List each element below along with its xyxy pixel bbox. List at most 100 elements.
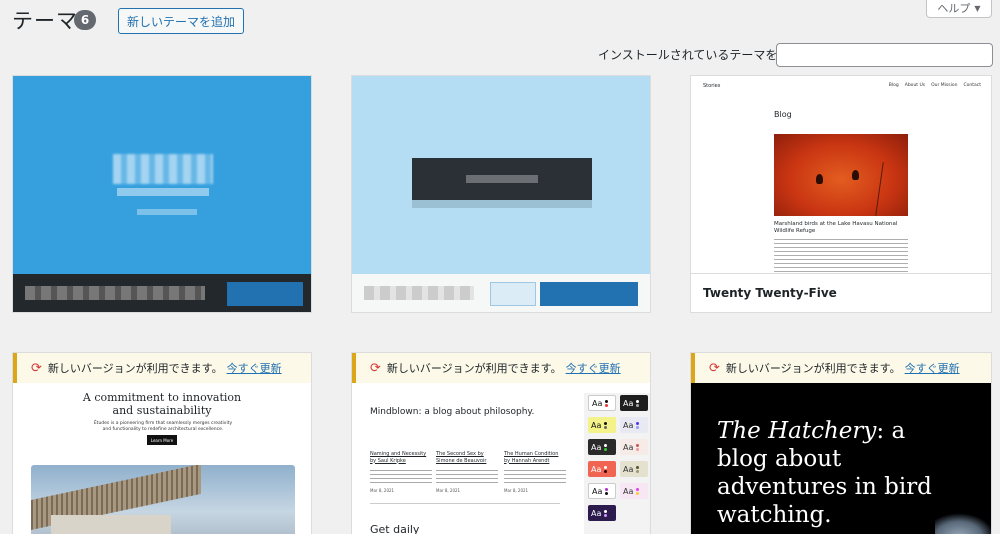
theme-count-badge: 6 <box>74 10 96 30</box>
style-swatch: Aa <box>620 395 648 411</box>
post-title: The Human Condition by Hannah Arendt <box>504 451 559 464</box>
preview-caption: Marshland birds at the Lake Havasu Natio… <box>774 221 898 234</box>
style-swatch: Aa <box>620 417 648 433</box>
update-now-link[interactable]: 今すぐ更新 <box>566 360 621 376</box>
theme-screenshot: A commitment to innovation and sustainab… <box>13 383 311 534</box>
chevron-down-icon: ▼ <box>974 3 981 13</box>
style-swatch: Aa <box>620 439 648 455</box>
swatch-label: Aa <box>591 508 602 518</box>
style-swatch: Aa <box>588 417 616 433</box>
post-excerpt <box>504 470 566 484</box>
update-now-link[interactable]: 今すぐ更新 <box>905 360 960 376</box>
theme-card-6[interactable]: ⟳ 新しいバージョンが利用できます。 今すぐ更新 The Hatchery: a… <box>690 352 992 534</box>
post-title: Naming and Necessity by Saul Kripke <box>370 451 427 464</box>
theme-card-5[interactable]: ⟳ 新しいバージョンが利用できます。 今すぐ更新 Mindblown: a bl… <box>351 352 651 534</box>
blurred-action-button[interactable] <box>540 282 638 306</box>
update-notice: ⟳ 新しいバージョンが利用できます。 今すぐ更新 <box>13 353 311 383</box>
blurred-banner <box>412 158 592 200</box>
blurred-theme-name <box>25 286 205 300</box>
help-tab[interactable]: ヘルプ ▼ <box>926 0 992 18</box>
style-variation-palette: Aa Aa Aa Aa Aa Aa Aa Aa Aa Aa Aa <box>584 393 650 534</box>
divider <box>370 503 560 504</box>
update-text: 新しいバージョンが利用できます。 <box>725 362 901 375</box>
blurred-text <box>117 188 209 196</box>
theme-card-footer: Twenty Twenty-Five <box>691 274 991 312</box>
swatch-label: Aa <box>623 398 634 408</box>
update-icon: ⟳ <box>370 360 381 376</box>
bird-silhouette <box>816 174 823 184</box>
blurred-shadow <box>412 200 592 208</box>
theme-name: Twenty Twenty-Five <box>703 286 837 300</box>
theme-card-4[interactable]: ⟳ 新しいバージョンが利用できます。 今すぐ更新 A commitment to… <box>12 352 312 534</box>
update-notice: ⟳ 新しいバージョンが利用できます。 今すぐ更新 <box>352 353 650 383</box>
update-text: 新しいバージョンが利用できます。 <box>386 362 562 375</box>
add-new-theme-button[interactable]: 新しいテーマを追加 <box>118 8 245 34</box>
preview-heading-em: The Hatchery <box>717 418 877 444</box>
preview-heading-line: A commitment to innovation <box>82 391 242 404</box>
search-label: インストールされているテーマを検索 <box>598 48 802 62</box>
theme-screenshot <box>352 76 650 274</box>
blurred-action-button[interactable] <box>227 282 303 306</box>
preview-subtext: Études is a pioneering firm that seamles… <box>93 421 233 432</box>
theme-screenshot <box>13 76 311 274</box>
preview-nav-item: Blog <box>888 83 899 88</box>
preview-button: Learn More <box>147 435 177 445</box>
post-date: Mar 8, 2021 <box>504 488 529 493</box>
style-swatch: Aa <box>588 439 616 455</box>
update-icon: ⟳ <box>31 360 42 376</box>
swatch-label: Aa <box>623 486 634 496</box>
bird-wing <box>935 513 991 534</box>
preview-photo <box>774 134 908 216</box>
blurred-logo <box>113 154 213 184</box>
swatch-label: Aa <box>591 464 602 474</box>
preview-post: Naming and Necessity by Saul Kripke Mar … <box>370 451 432 495</box>
update-now-link[interactable]: 今すぐ更新 <box>227 360 282 376</box>
theme-screenshot: The Hatchery: a blog about adventures in… <box>691 383 991 534</box>
theme-card-1[interactable] <box>12 75 312 313</box>
post-title: The Second Sex by Simone de Beauvoir <box>436 451 487 464</box>
blurred-text <box>466 175 538 183</box>
preview-nav-item: Our Mission <box>931 83 958 88</box>
preview-heading: Mindblown: a blog about philosophy. <box>370 407 535 417</box>
swatch-label: Aa <box>623 420 634 430</box>
preview-site-title: Stories <box>703 83 721 89</box>
swatch-label: Aa <box>623 442 634 452</box>
theme-card-footer <box>352 274 650 312</box>
update-text: 新しいバージョンが利用できます。 <box>47 362 223 375</box>
style-swatch: Aa <box>588 395 616 411</box>
swatch-label: Aa <box>623 464 634 474</box>
post-excerpt <box>370 470 432 484</box>
blurred-text <box>137 209 197 215</box>
swatch-label: Aa <box>592 398 603 408</box>
theme-card-twenty-twenty-five[interactable]: Stories Blog About Us Our Mission Contac… <box>690 75 992 313</box>
style-swatch: Aa <box>620 483 648 499</box>
page-title: テーマ <box>12 9 78 33</box>
swatch-label: Aa <box>591 420 602 430</box>
reed <box>875 162 884 216</box>
update-icon: ⟳ <box>709 360 720 376</box>
building-wall <box>51 515 171 534</box>
blurred-theme-name <box>364 286 474 300</box>
preview-paragraph <box>774 239 908 272</box>
preview-nav-item: About Us <box>904 83 926 88</box>
preview-heading: Blog <box>774 110 792 119</box>
preview-building-photo <box>31 465 295 534</box>
preview-heading: A commitment to innovation and sustainab… <box>13 391 311 417</box>
style-swatch: Aa <box>588 461 616 477</box>
preview-post: The Second Sex by Simone de Beauvoir Mar… <box>436 451 498 495</box>
theme-card-footer <box>13 274 311 312</box>
update-notice: ⟳ 新しいバージョンが利用できます。 今すぐ更新 <box>691 353 991 383</box>
swatch-label: Aa <box>592 486 603 496</box>
preview-nav-item: Contact <box>963 83 981 88</box>
post-date: Mar 8, 2021 <box>436 488 461 493</box>
theme-card-2[interactable] <box>351 75 651 313</box>
bird-silhouette <box>852 170 859 180</box>
blurred-secondary-button[interactable] <box>490 282 536 306</box>
search-input[interactable] <box>776 43 993 67</box>
theme-screenshot: Stories Blog About Us Our Mission Contac… <box>691 76 991 274</box>
preview-footer-heading: Get daily <box>370 523 420 534</box>
preview-nav: Blog About Us Our Mission Contact <box>889 83 981 88</box>
style-swatch: Aa <box>588 505 616 521</box>
swatch-label: Aa <box>591 442 602 452</box>
preview-heading-line: and sustainability <box>112 404 212 417</box>
